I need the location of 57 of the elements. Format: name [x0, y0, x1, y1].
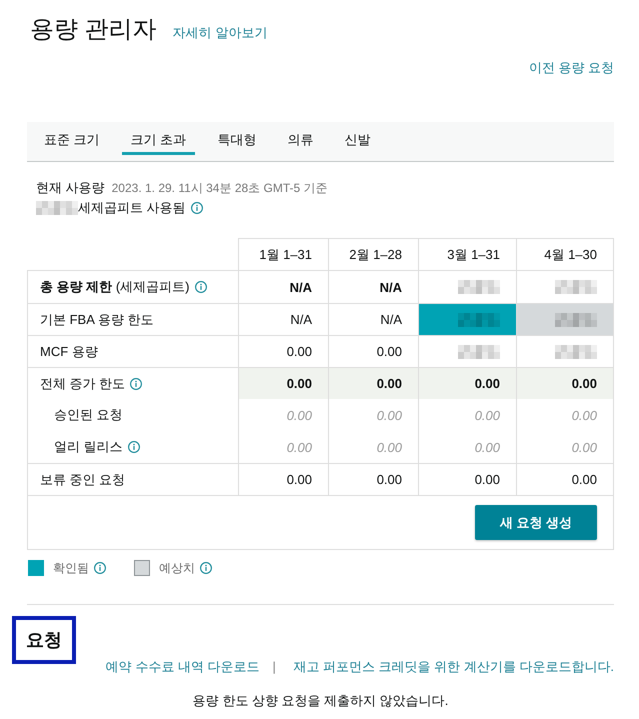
row-label: 승인된 요청 [54, 406, 123, 424]
table-cell: 0.00 [328, 399, 418, 431]
tab[interactable]: 의류 [278, 122, 322, 155]
info-icon[interactable] [190, 202, 203, 214]
table-cell: 0.00 [238, 399, 328, 431]
tab[interactable]: 표준 크기 [35, 122, 109, 155]
column-header: 4월 1–30 [516, 238, 614, 270]
table-cell: 0.00 [328, 336, 418, 367]
table-cell: 0.00 [238, 368, 328, 399]
table-cell: 0.00 [238, 336, 328, 367]
usage-label: 현재 사용량 [36, 179, 105, 197]
table-cell: 0.00 [418, 368, 516, 399]
table-cell: 0.00 [328, 368, 418, 399]
table-cell: 0.00 [516, 399, 613, 431]
previous-requests-link[interactable]: 이전 용량 요청 [528, 60, 614, 75]
tab[interactable]: 특대형 [208, 122, 266, 155]
usage-amount: 세제곱피트 사용됨 [78, 199, 186, 217]
table-cell: 0.00 [328, 464, 418, 495]
column-header: 2월 1–28 [328, 238, 418, 270]
table-cell: 0.00 [418, 431, 516, 463]
table-cell: N/A [238, 304, 328, 335]
info-icon[interactable] [200, 562, 212, 574]
table-cell: 0.00 [418, 464, 516, 495]
page-title: 용량 관리자 [30, 15, 157, 45]
table-cell: 0.00 [238, 464, 328, 495]
empty-message: 용량 한도 상향 요청을 제출하지 않았습니다. [192, 693, 450, 709]
table-cell: 0.00 [418, 399, 516, 431]
learn-more-link[interactable]: 자세히 알아보기 [172, 24, 268, 42]
new-request-button[interactable]: 새 요청 생성 [475, 505, 597, 540]
section-heading: 요청 [12, 616, 76, 664]
info-icon[interactable] [94, 562, 106, 574]
row-label: 기본 FBA 용량 한도 [40, 310, 154, 328]
column-header: 3월 1–31 [418, 238, 516, 270]
table-cell: N/A [238, 271, 328, 303]
table-cell: 0.00 [516, 464, 613, 495]
row-label: MCF 용량 [40, 342, 98, 360]
table-cell: 0.00 [238, 431, 328, 463]
download-link[interactable]: 재고 퍼포먼스 크레딧을 위한 계산기를 다운로드합니다. [293, 659, 614, 674]
table-cell: 0.00 [328, 431, 418, 463]
row-label: 전체 증가 한도 [40, 374, 126, 392]
row-label: 얼리 릴리스 [54, 438, 123, 456]
table-cell: N/A [328, 271, 418, 303]
usage-timestamp: 2023. 1. 29. 11시 34분 28초 GMT-5 기준 [112, 180, 328, 196]
info-icon[interactable] [194, 281, 207, 293]
table-cell: 0.00 [516, 431, 613, 463]
info-icon[interactable] [128, 441, 140, 453]
row-label: 총 용량 제한 (세제곱피트) [40, 278, 190, 296]
download-link[interactable]: 예약 수수료 내역 다운로드 [106, 659, 260, 674]
info-icon[interactable] [130, 378, 142, 390]
tab[interactable]: 크기 초과 [122, 122, 196, 155]
legend-label: 확인됨 [53, 560, 89, 576]
table-cell: 0.00 [516, 368, 613, 399]
legend-label: 예상치 [159, 560, 195, 576]
column-header: 1월 1–31 [238, 238, 328, 270]
tab[interactable]: 신발 [335, 122, 380, 155]
row-label: 보류 중인 요청 [40, 470, 126, 488]
link-separator: | [272, 659, 276, 674]
